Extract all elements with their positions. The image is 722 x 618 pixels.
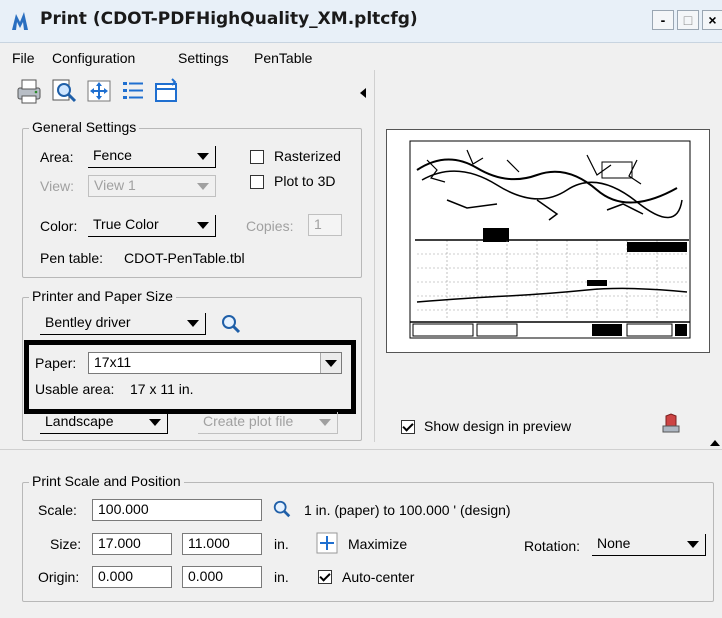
- plot-to-3d-label: Plot to 3D: [274, 173, 336, 189]
- size-width-value: 17.000: [98, 535, 141, 551]
- scale-value: 100.000: [98, 501, 149, 517]
- chevron-down-icon: [197, 222, 209, 229]
- rasterized-checkbox[interactable]: [250, 150, 264, 164]
- plot-preview[interactable]: [386, 129, 710, 353]
- printer-driver-dropdown[interactable]: Bentley driver: [40, 313, 206, 335]
- size-unit: in.: [274, 536, 289, 552]
- maximize-label[interactable]: Maximize: [348, 536, 407, 552]
- scale-label: Scale:: [38, 502, 77, 518]
- chevron-down-icon: [325, 360, 337, 367]
- scale-input[interactable]: 100.000: [92, 499, 262, 521]
- create-plot-file-dropdown[interactable]: Create plot file: [198, 412, 338, 434]
- minimize-icon: -: [660, 12, 666, 28]
- orientation-value: Landscape: [45, 413, 114, 429]
- title-bar[interactable]: Print (CDOT-PDFHighQuality_XM.pltcfg) - …: [0, 0, 722, 43]
- plot-target-value: Create plot file: [203, 413, 294, 429]
- auto-center-label: Auto-center: [342, 569, 415, 585]
- plot-preview-icon[interactable]: [660, 412, 682, 436]
- plot-to-3d-checkbox[interactable]: [250, 175, 264, 189]
- origin-label: Origin:: [38, 569, 80, 585]
- printer-search-icon[interactable]: [220, 313, 242, 335]
- paper-dropdown[interactable]: 17x11: [88, 352, 342, 374]
- plot-preview-drawing: [409, 140, 691, 339]
- close-icon: ×: [708, 12, 717, 28]
- driver-value: Bentley driver: [45, 314, 131, 330]
- scale-search-icon[interactable]: [272, 499, 292, 519]
- rasterized-label: Rasterized: [274, 148, 341, 164]
- color-label: Color:: [40, 218, 78, 234]
- preview-zoom-icon[interactable]: [50, 76, 80, 106]
- maximize-button[interactable]: □: [677, 10, 699, 30]
- pen-table-value: CDOT-PenTable.tbl: [124, 250, 245, 266]
- maximize-icon: □: [683, 12, 693, 28]
- origin-unit: in.: [274, 569, 289, 585]
- maximize-arrows-icon[interactable]: [316, 532, 338, 554]
- list-icon[interactable]: [118, 76, 148, 106]
- close-button[interactable]: ×: [702, 10, 722, 30]
- paper-value: 17x11: [94, 354, 132, 370]
- area-dropdown[interactable]: Fence: [88, 146, 216, 168]
- pane-splitter[interactable]: [374, 70, 375, 442]
- chevron-down-icon: [197, 183, 209, 190]
- color-dropdown[interactable]: True Color: [88, 215, 216, 237]
- pen-table-label: Pen table:: [40, 250, 104, 266]
- menu-bar: File Configuration Settings PenTable: [0, 42, 722, 68]
- section-splitter[interactable]: [0, 449, 722, 450]
- chevron-down-icon: [187, 320, 199, 327]
- minimize-button[interactable]: -: [652, 10, 674, 30]
- size-label: Size:: [50, 536, 82, 552]
- rotation-label: Rotation:: [524, 538, 581, 554]
- size-height-value: 11.000: [188, 535, 230, 551]
- chevron-down-icon: [687, 541, 699, 548]
- chevron-down-icon: [149, 419, 161, 426]
- expand-up-arrow-icon[interactable]: [710, 440, 720, 446]
- show-design-label: Show design in preview: [424, 418, 572, 434]
- usable-area-value: 17 x 11 in.: [130, 381, 194, 397]
- rotation-value: None: [597, 535, 631, 551]
- origin-x-value: 0.000: [98, 568, 134, 584]
- view-label: View:: [40, 178, 74, 194]
- origin-y-value: 0.000: [188, 568, 224, 584]
- fit-move-icon[interactable]: [84, 76, 114, 106]
- menu-configuration[interactable]: Configuration: [52, 50, 135, 66]
- view-dropdown[interactable]: View 1: [88, 175, 216, 197]
- color-value: True Color: [93, 216, 159, 232]
- menu-file[interactable]: File: [12, 50, 35, 66]
- view-value: View 1: [94, 177, 136, 193]
- copies-input[interactable]: 1: [308, 214, 342, 236]
- area-value: Fence: [93, 147, 132, 163]
- rotation-dropdown[interactable]: None: [592, 534, 706, 556]
- area-label: Area:: [40, 149, 74, 165]
- menu-pentable[interactable]: PenTable: [254, 50, 312, 66]
- paper-dropdown-button[interactable]: [320, 353, 341, 373]
- size-width-input[interactable]: 17.000: [92, 533, 172, 555]
- printer-icon[interactable]: [14, 76, 44, 106]
- collapse-left-arrow-icon[interactable]: [360, 88, 366, 98]
- window-icon[interactable]: [152, 76, 182, 106]
- usable-area-label: Usable area:: [35, 381, 115, 397]
- chevron-down-icon: [197, 153, 209, 160]
- size-height-input[interactable]: 11.000: [182, 533, 262, 555]
- copies-value: 1: [314, 216, 322, 232]
- origin-x-input[interactable]: 0.000: [92, 566, 172, 588]
- paper-label: Paper:: [35, 355, 77, 371]
- menu-settings[interactable]: Settings: [178, 50, 229, 66]
- copies-label: Copies:: [246, 218, 294, 234]
- window-title: Print (CDOT-PDFHighQuality_XM.pltcfg): [40, 9, 418, 29]
- origin-y-input[interactable]: 0.000: [182, 566, 262, 588]
- chevron-down-icon: [319, 419, 331, 426]
- orientation-dropdown[interactable]: Landscape: [40, 412, 168, 434]
- printer-paper-title: Printer and Paper Size: [29, 288, 176, 304]
- microstation-app-icon: [12, 12, 28, 30]
- scale-description: 1 in. (paper) to 100.000 ' (design): [304, 502, 511, 518]
- show-design-checkbox[interactable]: [401, 420, 415, 434]
- auto-center-checkbox[interactable]: [318, 570, 332, 584]
- general-settings-title: General Settings: [29, 119, 140, 135]
- scale-position-title: Print Scale and Position: [29, 473, 184, 489]
